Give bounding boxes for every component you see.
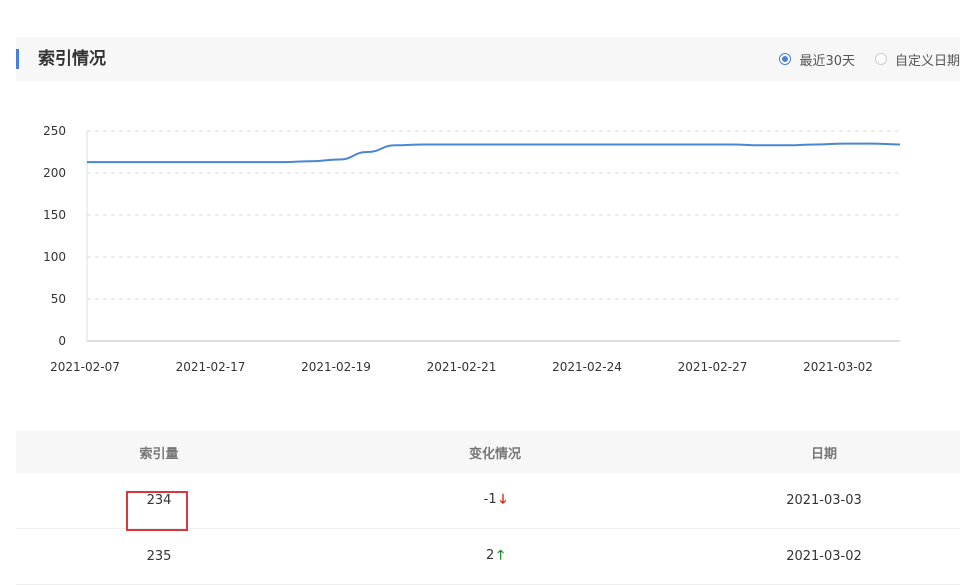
table-row: 235 2 🡑 2021-03-02 <box>16 529 960 585</box>
y-tick-label: 100 <box>43 250 66 264</box>
x-tick-label: 2021-03-02 <box>803 360 873 374</box>
date-range-selector: 最近30天 自定义日期 <box>759 37 960 81</box>
radio-custom-date[interactable]: 自定义日期 <box>874 50 960 69</box>
header-accent-bar <box>16 49 19 69</box>
radio-checked-icon <box>779 53 792 65</box>
header-change: 变化情况 <box>468 446 521 462</box>
y-tick-label: 200 <box>43 166 66 180</box>
y-tick-label: 50 <box>51 292 66 306</box>
row-index-count: 234 <box>16 491 302 531</box>
arrow-down-icon: 🡓 <box>499 491 507 507</box>
radio-last-30-days[interactable]: 最近30天 <box>779 50 855 69</box>
section-header: 索引情况 最近30天 自定义日期 <box>16 37 960 81</box>
y-tick-label: 250 <box>43 124 66 138</box>
y-tick-label: 0 <box>58 334 66 348</box>
row-index-count: 235 <box>16 549 302 564</box>
x-tick-label: 2021-02-21 <box>427 360 497 374</box>
radio-custom-date-label: 自定义日期 <box>894 53 960 69</box>
change-value: -1 <box>483 491 497 507</box>
table-header: 索引量 变化情况 日期 <box>16 431 960 473</box>
x-tick-label: 2021-02-24 <box>552 360 622 374</box>
row-date: 2021-03-03 <box>786 493 862 508</box>
index-trend-chart: 250 200 150 100 50 0 2021-02-07 2021-02-17 2021… <box>43 124 901 374</box>
header-index-count: 索引量 <box>139 446 179 462</box>
highlight-box <box>126 491 188 531</box>
x-tick-label: 2021-02-07 <box>50 360 120 374</box>
change-value: 2 <box>485 547 495 563</box>
y-tick-label: 150 <box>43 208 66 222</box>
x-tick-label: 2021-02-17 <box>176 360 246 374</box>
table-row: 234 -1 🡓 2021-03-03 <box>16 473 960 531</box>
index-count-value: 235 <box>146 549 172 564</box>
index-table: 索引量 变化情况 日期 234 -1 🡓 2021-03-03 235 2 🡑 20… <box>16 431 960 585</box>
section-title: 索引情况 <box>38 49 106 69</box>
row-change: 2 🡑 <box>302 546 688 568</box>
header-date: 日期 <box>810 446 837 462</box>
x-tick-label: 2021-02-27 <box>678 360 748 374</box>
series-line <box>86 142 901 164</box>
radio-unchecked-icon <box>874 53 887 65</box>
radio-last-30-days-label: 最近30天 <box>799 53 855 69</box>
arrow-up-icon: 🡑 <box>497 547 505 563</box>
row-change: -1 🡓 <box>302 490 688 512</box>
row-date: 2021-03-02 <box>786 549 862 564</box>
x-tick-label: 2021-02-19 <box>301 360 371 374</box>
